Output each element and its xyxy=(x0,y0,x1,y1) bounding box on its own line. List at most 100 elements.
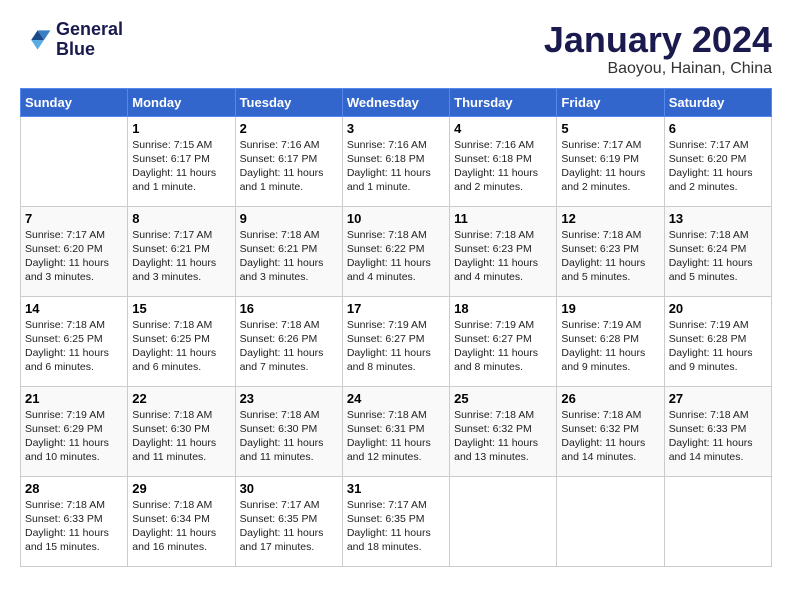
day-info: Sunrise: 7:18 AM Sunset: 6:25 PM Dayligh… xyxy=(132,318,230,375)
calendar-day-cell: 19Sunrise: 7:19 AM Sunset: 6:28 PM Dayli… xyxy=(557,296,664,386)
day-info: Sunrise: 7:18 AM Sunset: 6:34 PM Dayligh… xyxy=(132,498,230,555)
weekday-header-friday: Friday xyxy=(557,88,664,116)
day-info: Sunrise: 7:17 AM Sunset: 6:20 PM Dayligh… xyxy=(669,138,767,195)
day-info: Sunrise: 7:18 AM Sunset: 6:31 PM Dayligh… xyxy=(347,408,445,465)
calendar-day-cell: 27Sunrise: 7:18 AM Sunset: 6:33 PM Dayli… xyxy=(664,386,771,476)
day-info: Sunrise: 7:18 AM Sunset: 6:26 PM Dayligh… xyxy=(240,318,338,375)
day-info: Sunrise: 7:16 AM Sunset: 6:18 PM Dayligh… xyxy=(454,138,552,195)
page-header: General Blue January 2024 Baoyou, Hainan… xyxy=(20,20,772,78)
calendar-day-cell: 30 Sunrise: 7:17 AM Sunset: 6:35 PM Dayli… xyxy=(235,476,342,566)
calendar-empty-cell xyxy=(21,116,128,206)
calendar-week-row: 28 Sunrise: 7:18 AM Sunset: 6:33 PM Dayli… xyxy=(21,476,772,566)
day-info: Sunrise: 7:18 AM Sunset: 6:23 PM Dayligh… xyxy=(454,228,552,285)
calendar-day-cell: 4 Sunrise: 7:16 AM Sunset: 6:18 PM Daylig… xyxy=(450,116,557,206)
calendar-header-row: SundayMondayTuesdayWednesdayThursdayFrid… xyxy=(21,88,772,116)
day-number: 11 xyxy=(454,211,552,226)
day-info: Sunrise: 7:18 AM Sunset: 6:25 PM Dayligh… xyxy=(25,318,123,375)
day-number: 24 xyxy=(347,391,445,406)
calendar-day-cell: 14 Sunrise: 7:18 AM Sunset: 6:25 PM Dayli… xyxy=(21,296,128,386)
day-number: 19 xyxy=(561,301,659,316)
calendar-table: SundayMondayTuesdayWednesdayThursdayFrid… xyxy=(20,88,772,567)
weekday-header-thursday: Thursday xyxy=(450,88,557,116)
weekday-header-tuesday: Tuesday xyxy=(235,88,342,116)
weekday-header-sunday: Sunday xyxy=(21,88,128,116)
calendar-day-cell: 2 Sunrise: 7:16 AM Sunset: 6:17 PM Daylig… xyxy=(235,116,342,206)
day-number: 15 xyxy=(132,301,230,316)
day-info: Sunrise: 7:18 AM Sunset: 6:21 PM Dayligh… xyxy=(240,228,338,285)
calendar-day-cell: 11 Sunrise: 7:18 AM Sunset: 6:23 PM Dayli… xyxy=(450,206,557,296)
day-number: 1 xyxy=(132,121,230,136)
day-number: 16 xyxy=(240,301,338,316)
calendar-week-row: 14 Sunrise: 7:18 AM Sunset: 6:25 PM Dayli… xyxy=(21,296,772,386)
day-number: 2 xyxy=(240,121,338,136)
calendar-day-cell: 25 Sunrise: 7:18 AM Sunset: 6:32 PM Dayli… xyxy=(450,386,557,476)
calendar-day-cell: 18 Sunrise: 7:19 AM Sunset: 6:27 PM Dayli… xyxy=(450,296,557,386)
day-info: Sunrise: 7:18 AM Sunset: 6:22 PM Dayligh… xyxy=(347,228,445,285)
calendar-day-cell: 15 Sunrise: 7:18 AM Sunset: 6:25 PM Dayli… xyxy=(128,296,235,386)
calendar-empty-cell xyxy=(450,476,557,566)
calendar-day-cell: 5Sunrise: 7:17 AM Sunset: 6:19 PM Daylig… xyxy=(557,116,664,206)
calendar-day-cell: 13Sunrise: 7:18 AM Sunset: 6:24 PM Dayli… xyxy=(664,206,771,296)
logo-text: General Blue xyxy=(56,20,123,60)
day-number: 4 xyxy=(454,121,552,136)
day-number: 25 xyxy=(454,391,552,406)
calendar-day-cell: 17 Sunrise: 7:19 AM Sunset: 6:27 PM Dayli… xyxy=(342,296,449,386)
calendar-day-cell: 28 Sunrise: 7:18 AM Sunset: 6:33 PM Dayli… xyxy=(21,476,128,566)
calendar-day-cell: 12 Sunrise: 7:18 AM Sunset: 6:23 PM Dayli… xyxy=(557,206,664,296)
day-info: Sunrise: 7:18 AM Sunset: 6:32 PM Dayligh… xyxy=(561,408,659,465)
day-number: 30 xyxy=(240,481,338,496)
day-number: 13 xyxy=(669,211,767,226)
day-info: Sunrise: 7:19 AM Sunset: 6:27 PM Dayligh… xyxy=(454,318,552,375)
calendar-day-cell: 6 Sunrise: 7:17 AM Sunset: 6:20 PM Daylig… xyxy=(664,116,771,206)
day-number: 28 xyxy=(25,481,123,496)
day-number: 3 xyxy=(347,121,445,136)
day-info: Sunrise: 7:19 AM Sunset: 6:29 PM Dayligh… xyxy=(25,408,123,465)
day-info: Sunrise: 7:16 AM Sunset: 6:18 PM Dayligh… xyxy=(347,138,445,195)
day-number: 17 xyxy=(347,301,445,316)
calendar-day-cell: 26 Sunrise: 7:18 AM Sunset: 6:32 PM Dayli… xyxy=(557,386,664,476)
day-number: 6 xyxy=(669,121,767,136)
weekday-header-monday: Monday xyxy=(128,88,235,116)
day-info: Sunrise: 7:18 AM Sunset: 6:33 PM Dayligh… xyxy=(669,408,767,465)
day-number: 9 xyxy=(240,211,338,226)
calendar-day-cell: 9 Sunrise: 7:18 AM Sunset: 6:21 PM Daylig… xyxy=(235,206,342,296)
weekday-header-saturday: Saturday xyxy=(664,88,771,116)
calendar-day-cell: 10 Sunrise: 7:18 AM Sunset: 6:22 PM Dayli… xyxy=(342,206,449,296)
day-info: Sunrise: 7:17 AM Sunset: 6:35 PM Dayligh… xyxy=(347,498,445,555)
day-info: Sunrise: 7:18 AM Sunset: 6:32 PM Dayligh… xyxy=(454,408,552,465)
day-number: 23 xyxy=(240,391,338,406)
day-info: Sunrise: 7:19 AM Sunset: 6:28 PM Dayligh… xyxy=(669,318,767,375)
calendar-day-cell: 20Sunrise: 7:19 AM Sunset: 6:28 PM Dayli… xyxy=(664,296,771,386)
calendar-week-row: 21Sunrise: 7:19 AM Sunset: 6:29 PM Dayli… xyxy=(21,386,772,476)
day-number: 29 xyxy=(132,481,230,496)
calendar-day-cell: 24 Sunrise: 7:18 AM Sunset: 6:31 PM Dayli… xyxy=(342,386,449,476)
day-number: 8 xyxy=(132,211,230,226)
day-number: 14 xyxy=(25,301,123,316)
day-info: Sunrise: 7:19 AM Sunset: 6:27 PM Dayligh… xyxy=(347,318,445,375)
logo: General Blue xyxy=(20,20,123,60)
day-info: Sunrise: 7:16 AM Sunset: 6:17 PM Dayligh… xyxy=(240,138,338,195)
calendar-week-row: 1 Sunrise: 7:15 AM Sunset: 6:17 PM Daylig… xyxy=(21,116,772,206)
day-info: Sunrise: 7:15 AM Sunset: 6:17 PM Dayligh… xyxy=(132,138,230,195)
calendar-day-cell: 29 Sunrise: 7:18 AM Sunset: 6:34 PM Dayli… xyxy=(128,476,235,566)
day-info: Sunrise: 7:18 AM Sunset: 6:23 PM Dayligh… xyxy=(561,228,659,285)
calendar-day-cell: 16 Sunrise: 7:18 AM Sunset: 6:26 PM Dayli… xyxy=(235,296,342,386)
title-area: January 2024 Baoyou, Hainan, China xyxy=(544,20,772,78)
month-year-title: January 2024 xyxy=(544,20,772,60)
day-number: 12 xyxy=(561,211,659,226)
calendar-day-cell: 23Sunrise: 7:18 AM Sunset: 6:30 PM Dayli… xyxy=(235,386,342,476)
day-info: Sunrise: 7:17 AM Sunset: 6:35 PM Dayligh… xyxy=(240,498,338,555)
day-number: 10 xyxy=(347,211,445,226)
day-info: Sunrise: 7:18 AM Sunset: 6:30 PM Dayligh… xyxy=(132,408,230,465)
day-number: 31 xyxy=(347,481,445,496)
day-info: Sunrise: 7:18 AM Sunset: 6:33 PM Dayligh… xyxy=(25,498,123,555)
day-number: 22 xyxy=(132,391,230,406)
day-number: 18 xyxy=(454,301,552,316)
calendar-day-cell: 21Sunrise: 7:19 AM Sunset: 6:29 PM Dayli… xyxy=(21,386,128,476)
day-info: Sunrise: 7:17 AM Sunset: 6:21 PM Dayligh… xyxy=(132,228,230,285)
day-number: 26 xyxy=(561,391,659,406)
location-subtitle: Baoyou, Hainan, China xyxy=(544,60,772,78)
day-number: 5 xyxy=(561,121,659,136)
calendar-day-cell: 1 Sunrise: 7:15 AM Sunset: 6:17 PM Daylig… xyxy=(128,116,235,206)
calendar-day-cell: 7Sunrise: 7:17 AM Sunset: 6:20 PM Daylig… xyxy=(21,206,128,296)
